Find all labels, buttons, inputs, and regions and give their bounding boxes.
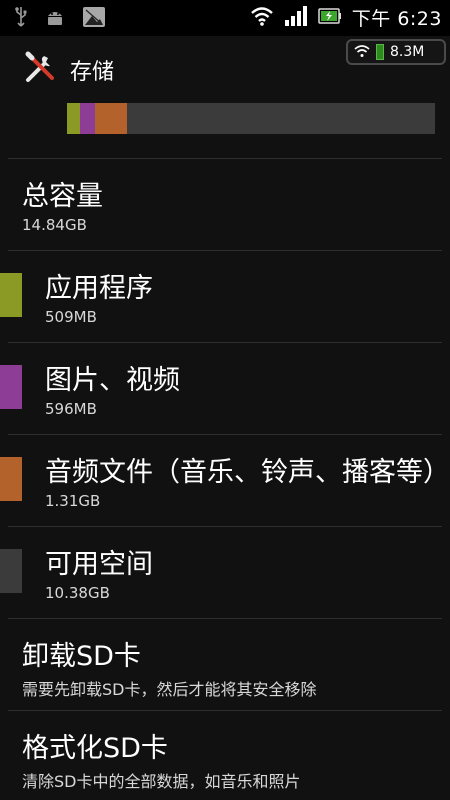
network-speed-badge: 8.3M xyxy=(346,39,446,65)
network-speed: 8.3M xyxy=(390,44,425,60)
usage-segment-audio xyxy=(95,103,127,134)
android-debug-icon xyxy=(44,6,66,32)
page-title: 存储 xyxy=(70,60,115,85)
format-sd-card-item[interactable]: 格式化SD卡 清除SD卡中的全部数据，如音乐和照片 xyxy=(0,710,450,800)
format-sd-card-title: 格式化SD卡 xyxy=(22,733,168,764)
category-size: 10.38GB xyxy=(45,584,110,602)
unmount-sd-card-item[interactable]: 卸载SD卡 需要先卸载SD卡，然后才能将其安全移除 xyxy=(0,618,450,710)
usage-segment-apps xyxy=(67,103,80,134)
category-color-swatch xyxy=(0,365,22,409)
category-size: 1.31GB xyxy=(45,492,101,510)
title-bar: 存储 8.3M xyxy=(0,36,450,104)
category-name: 可用空间 xyxy=(45,549,153,580)
category-free-space[interactable]: 可用空间 10.38GB xyxy=(0,526,450,618)
category-name: 应用程序 xyxy=(45,273,153,304)
battery-icon xyxy=(318,5,342,31)
tools-icon xyxy=(22,50,58,86)
status-time: 下午 6:23 xyxy=(351,8,442,30)
total-capacity-value: 14.84GB xyxy=(22,216,87,234)
category-size: 596MB xyxy=(45,400,97,418)
category-color-swatch xyxy=(0,273,22,317)
storage-usage-bar xyxy=(67,103,435,134)
category-size: 509MB xyxy=(45,308,97,326)
mini-battery-icon xyxy=(376,44,384,60)
unmount-sd-card-title: 卸载SD卡 xyxy=(22,641,141,672)
category-audio[interactable]: 音频文件（音乐、铃声、播客等） 1.31GB xyxy=(0,434,450,526)
total-capacity-item: 总容量 14.84GB xyxy=(0,158,450,250)
status-bar: 下午 6:23 xyxy=(0,0,450,36)
wifi-small-icon xyxy=(354,43,370,62)
gallery-icon xyxy=(82,6,106,32)
unmount-sd-card-subtitle: 需要先卸载SD卡，然后才能将其安全移除 xyxy=(22,680,317,699)
category-name: 音频文件（音乐、铃声、播客等） xyxy=(45,457,435,488)
category-color-swatch xyxy=(0,457,22,501)
usage-segment-pictures-videos xyxy=(80,103,95,134)
category-pictures-videos[interactable]: 图片、视频 596MB xyxy=(0,342,450,434)
category-name: 图片、视频 xyxy=(45,365,180,396)
signal-icon xyxy=(284,5,308,31)
storage-settings-screen: 下午 6:23 存储 8.3M 总容量 14.84GB 应用程序 509MB 图… xyxy=(0,0,450,800)
wifi-icon xyxy=(250,5,274,31)
category-color-swatch xyxy=(0,549,22,593)
total-capacity-label: 总容量 xyxy=(22,181,103,212)
usb-icon xyxy=(14,6,28,32)
format-sd-card-subtitle: 清除SD卡中的全部数据，如音乐和照片 xyxy=(22,772,301,791)
category-apps[interactable]: 应用程序 509MB xyxy=(0,250,450,342)
